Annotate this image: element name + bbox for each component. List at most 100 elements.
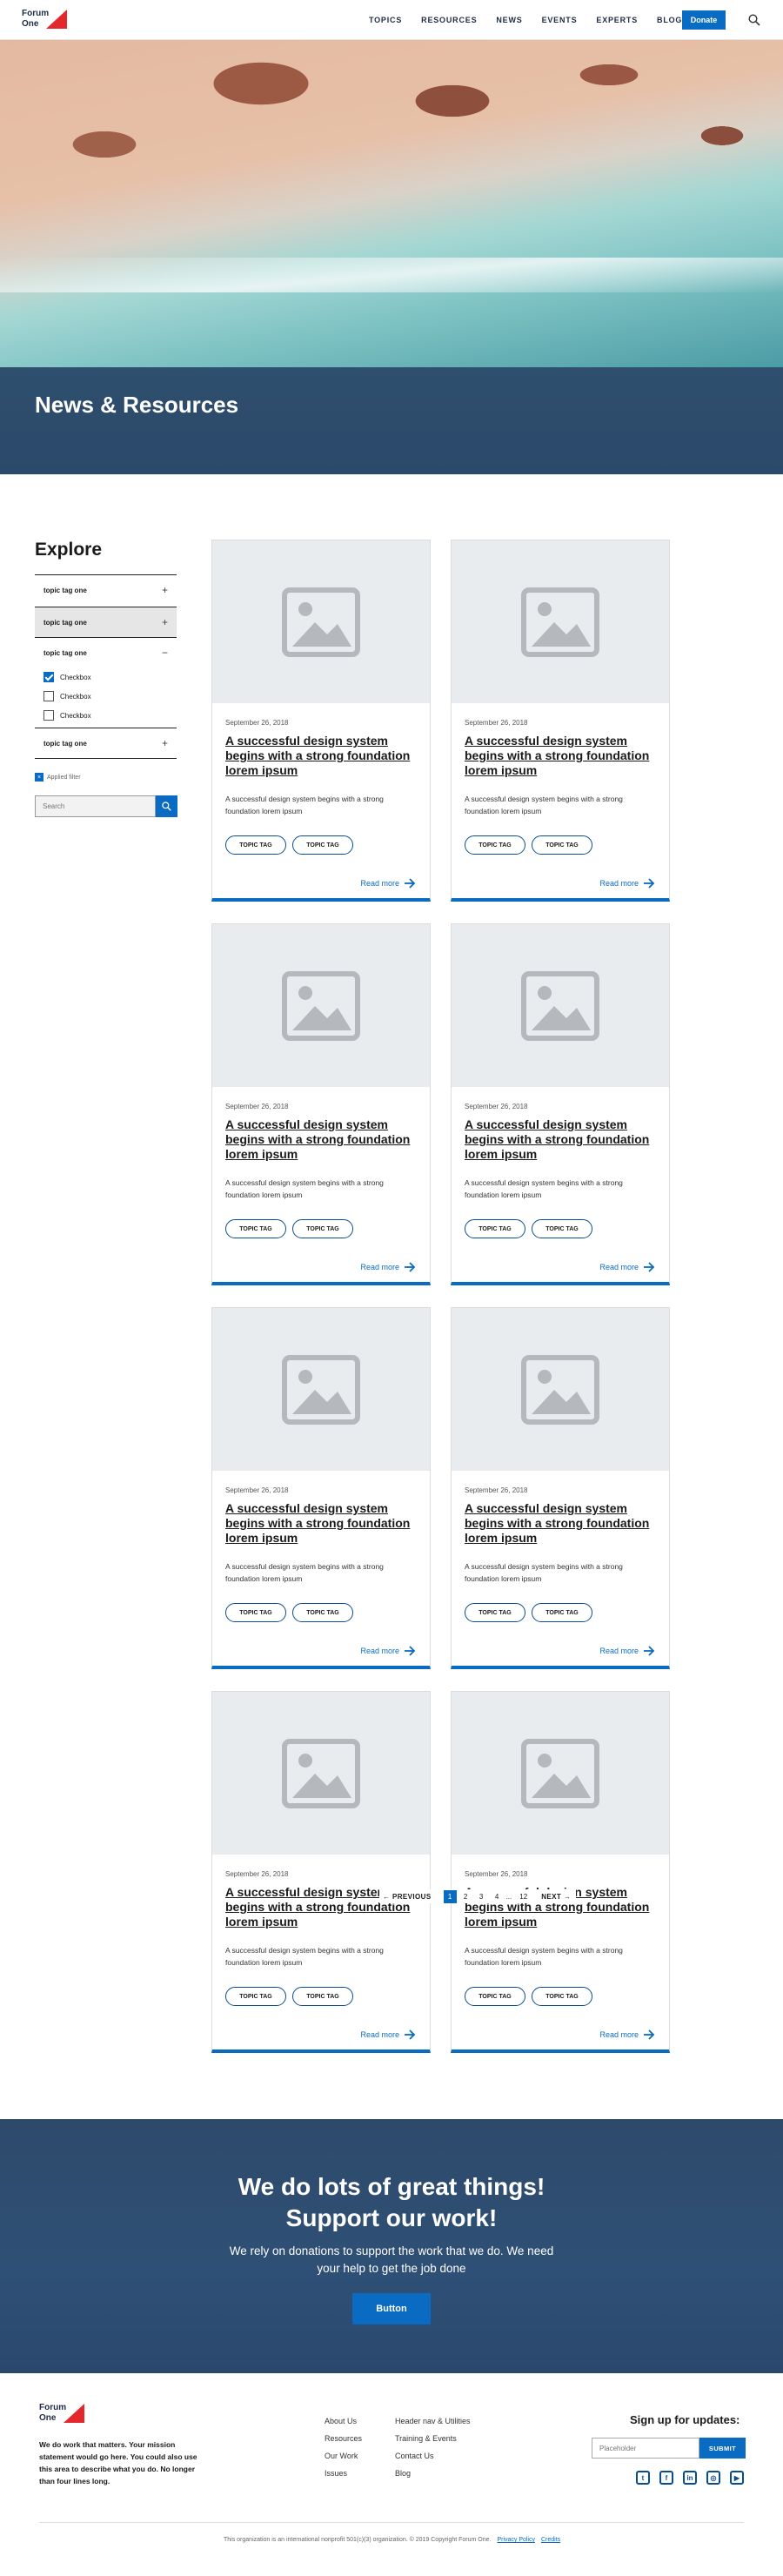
checkbox-unchecked[interactable] <box>44 691 54 701</box>
signup-submit-button[interactable]: SUBMIT <box>699 2438 746 2459</box>
footer-link[interactable]: Contact Us <box>395 2452 471 2469</box>
pagination-page[interactable]: 1 <box>443 1889 457 1903</box>
pagination-page[interactable]: 2 <box>459 1890 472 1903</box>
facet-toggle-row[interactable]: topic tag one + <box>35 575 177 605</box>
nav-news[interactable]: NEWS <box>496 16 522 24</box>
logo-text-line1: Forum <box>22 9 50 18</box>
search-icon[interactable] <box>748 14 760 26</box>
footer-link[interactable]: Header nav & Utilities <box>395 2417 471 2434</box>
pagination-page[interactable]: 3 <box>475 1890 488 1903</box>
read-more-label: Read more <box>599 1647 639 1655</box>
footer-link[interactable]: Issues <box>325 2469 362 2486</box>
topic-tag[interactable]: TOPIC TAG <box>465 835 525 855</box>
credits-link[interactable]: Credits <box>541 2537 560 2543</box>
nav-events[interactable]: EVENTS <box>542 16 578 24</box>
card-title-link[interactable]: A successful design system begins with a… <box>225 734 421 778</box>
signup-email-field[interactable] <box>592 2438 699 2459</box>
facet-toggle-row[interactable]: topic tag one + <box>35 607 177 637</box>
facet-toggle-row[interactable]: topic tag one + <box>35 728 177 758</box>
checkbox-row[interactable]: Checkbox <box>35 667 177 687</box>
close-icon[interactable]: × <box>35 773 44 782</box>
forum-one-logo[interactable]: Forum One <box>22 9 70 31</box>
privacy-policy-link[interactable]: Privacy Policy <box>497 2537 535 2543</box>
footer-link[interactable]: Our Work <box>325 2452 362 2469</box>
social-links: t f in ◎ ▶ <box>636 2471 744 2485</box>
read-more-link[interactable]: Read more <box>360 1262 416 1272</box>
logo-text-line2: One <box>39 2413 57 2423</box>
topic-tag[interactable]: TOPIC TAG <box>465 1603 525 1622</box>
topic-tag[interactable]: TOPIC TAG <box>292 1603 353 1622</box>
image-placeholder-icon <box>282 970 360 1041</box>
checkbox-row[interactable]: Checkbox <box>35 687 177 706</box>
checkbox-row[interactable]: Checkbox <box>35 706 177 725</box>
footer-links-col1: About Us Resources Our Work Issues <box>325 2417 362 2486</box>
card-date: September 26, 2018 <box>225 1103 289 1110</box>
card-title-link[interactable]: A successful design system begins with a… <box>225 1501 421 1546</box>
card-description: A successful design system begins with a… <box>465 1946 623 1967</box>
read-more-link[interactable]: Read more <box>360 878 416 889</box>
search-input[interactable] <box>35 795 156 817</box>
topic-tag[interactable]: TOPIC TAG <box>292 835 353 855</box>
topic-tag[interactable]: TOPIC TAG <box>225 1987 286 2006</box>
footer-link[interactable]: Blog <box>395 2469 471 2486</box>
topic-tag[interactable]: TOPIC TAG <box>532 1987 592 2006</box>
donate-button[interactable]: Donate <box>682 10 726 30</box>
pagination-page-last[interactable]: 12 <box>517 1890 530 1903</box>
image-placeholder-icon <box>521 1738 599 1808</box>
read-more-link[interactable]: Read more <box>599 2029 655 2040</box>
resource-card: September 26, 2018 A successful design s… <box>451 1307 670 1669</box>
hero-wave-foam <box>0 258 783 292</box>
topic-tag[interactable]: TOPIC TAG <box>532 835 592 855</box>
instagram-icon[interactable]: ◎ <box>706 2471 720 2485</box>
footer-logo[interactable]: Forum One <box>39 2403 88 2425</box>
pagination-page[interactable]: 4 <box>491 1890 504 1903</box>
card-description: A successful design system begins with a… <box>225 1946 384 1967</box>
topic-tag[interactable]: TOPIC TAG <box>532 1603 592 1622</box>
read-more-link[interactable]: Read more <box>360 2029 416 2040</box>
read-more-link[interactable]: Read more <box>599 1646 655 1656</box>
nav-experts[interactable]: EXPERTS <box>596 16 638 24</box>
footer-link[interactable]: Resources <box>325 2434 362 2452</box>
card-date: September 26, 2018 <box>465 1870 528 1878</box>
pagination-next[interactable]: NEXT → <box>541 1893 571 1901</box>
card-title-link[interactable]: A successful design system begins with a… <box>465 734 660 778</box>
read-more-link[interactable]: Read more <box>599 878 655 889</box>
search-submit-button[interactable] <box>156 795 177 817</box>
topic-tag[interactable]: TOPIC TAG <box>532 1219 592 1238</box>
read-more-label: Read more <box>599 1263 639 1271</box>
support-button[interactable]: Button <box>352 2293 431 2324</box>
facet-group-4: topic tag one + <box>35 728 177 759</box>
topic-tag[interactable]: TOPIC TAG <box>225 1603 286 1622</box>
footer-link[interactable]: Training & Events <box>395 2434 471 2452</box>
card-title-link[interactable]: A successful design system begins with a… <box>225 1117 421 1162</box>
topic-tag[interactable]: TOPIC TAG <box>465 1987 525 2006</box>
linkedin-icon[interactable]: in <box>683 2471 697 2485</box>
checkbox-unchecked[interactable] <box>44 710 54 721</box>
topic-tag[interactable]: TOPIC TAG <box>292 1987 353 2006</box>
read-more-link[interactable]: Read more <box>599 1262 655 1272</box>
facet-toggle-row[interactable]: topic tag one − <box>35 638 177 667</box>
nav-resources[interactable]: RESOURCES <box>421 16 477 24</box>
youtube-icon[interactable]: ▶ <box>730 2471 744 2485</box>
card-tags: TOPIC TAG TOPIC TAG <box>225 1987 353 2006</box>
facebook-icon[interactable]: f <box>659 2471 673 2485</box>
support-title: We do lots of great things! Support our … <box>0 2171 783 2234</box>
card-title-link[interactable]: A successful design system begins with a… <box>465 1501 660 1546</box>
footer-link[interactable]: About Us <box>325 2417 362 2434</box>
card-description: A successful design system begins with a… <box>225 1562 384 1583</box>
twitter-icon[interactable]: t <box>636 2471 650 2485</box>
nav-topics[interactable]: TOPICS <box>369 16 402 24</box>
pagination-previous[interactable]: ← PREVIOUS <box>383 1893 432 1901</box>
topic-tag[interactable]: TOPIC TAG <box>225 1219 286 1238</box>
checkbox-label: Checkbox <box>60 673 91 681</box>
card-image-placeholder <box>452 924 669 1087</box>
card-title-link[interactable]: A successful design system begins with a… <box>465 1117 660 1162</box>
applied-filter[interactable]: × Applied filter <box>35 773 81 782</box>
nav-blog[interactable]: BLOG <box>657 16 682 24</box>
topic-tag[interactable]: TOPIC TAG <box>225 835 286 855</box>
read-more-link[interactable]: Read more <box>360 1646 416 1656</box>
topic-tag[interactable]: TOPIC TAG <box>465 1219 525 1238</box>
image-placeholder-icon <box>282 1738 360 1808</box>
topic-tag[interactable]: TOPIC TAG <box>292 1219 353 1238</box>
checkbox-checked[interactable] <box>44 672 54 682</box>
